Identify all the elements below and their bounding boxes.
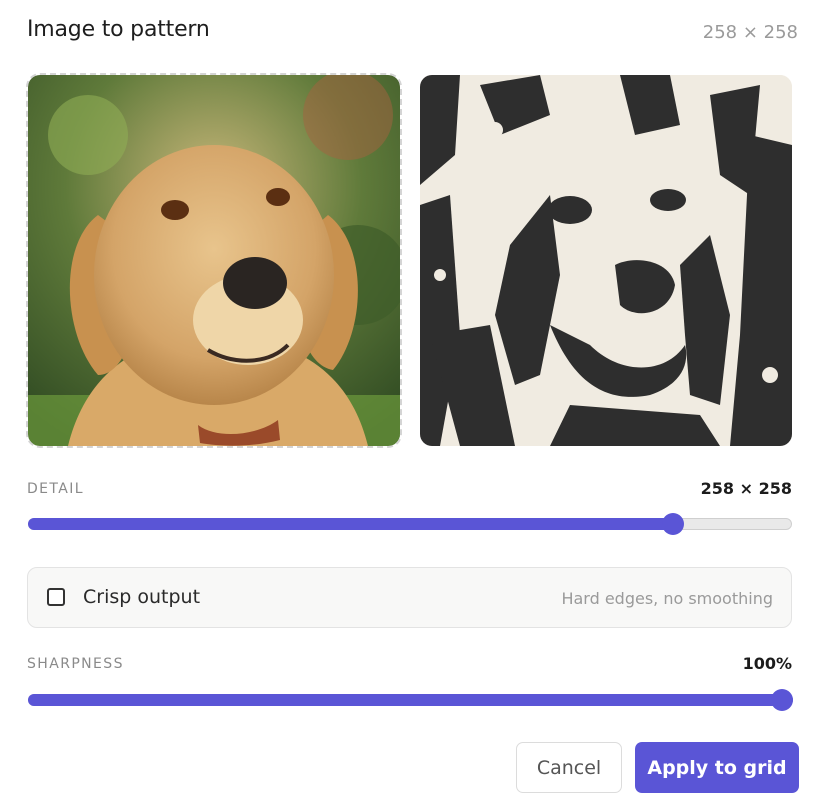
photo-dog-icon <box>28 75 400 446</box>
sharpness-value: 100% <box>742 654 792 673</box>
pattern-preview-icon <box>420 75 792 446</box>
apply-to-grid-button[interactable]: Apply to grid <box>635 742 799 793</box>
sharpness-slider[interactable] <box>28 689 793 711</box>
crisp-output-option[interactable]: Crisp output Hard edges, no smoothing <box>27 567 792 628</box>
crisp-output-label: Crisp output <box>83 586 201 608</box>
detail-slider-handle[interactable] <box>662 513 685 535</box>
sharpness-slider-fill <box>28 694 793 706</box>
cancel-button[interactable]: Cancel <box>516 742 622 793</box>
detail-value: 258 × 258 <box>700 479 792 498</box>
crisp-output-hint: Hard edges, no smoothing <box>561 589 773 608</box>
detail-label: DETAIL <box>27 481 84 497</box>
sharpness-slider-handle[interactable] <box>771 689 793 711</box>
sharpness-label: SHARPNESS <box>27 656 124 672</box>
detail-slider-fill <box>28 518 674 530</box>
dimensions-readout: 258 × 258 <box>702 22 798 43</box>
source-image[interactable] <box>26 73 402 448</box>
detail-slider[interactable] <box>28 513 792 535</box>
dialog-title: Image to pattern <box>27 17 210 42</box>
pattern-preview <box>420 75 792 446</box>
crisp-output-checkbox[interactable] <box>47 588 65 606</box>
